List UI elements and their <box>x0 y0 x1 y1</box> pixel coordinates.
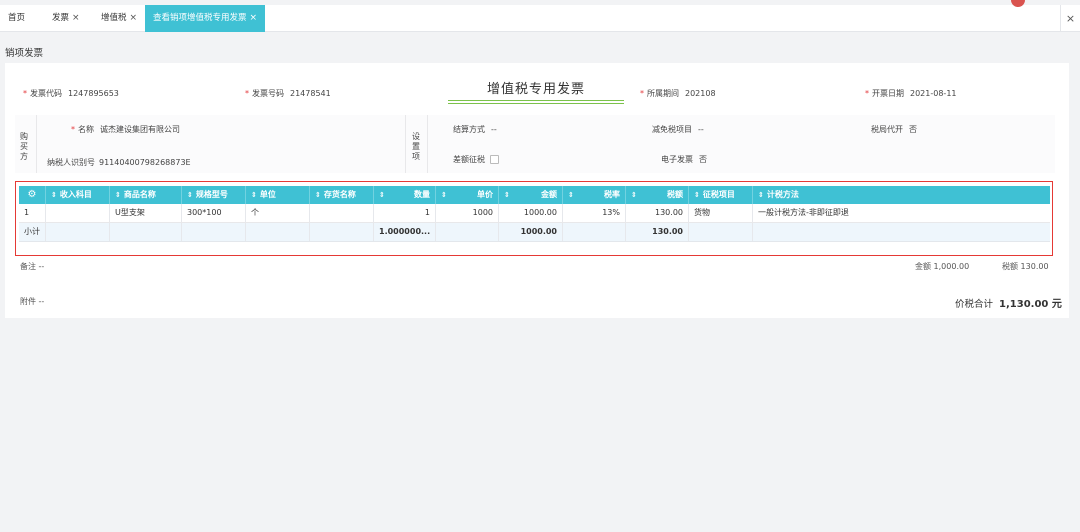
page-title: 销项发票 <box>5 48 44 59</box>
settlement-field: 结算方式 -- <box>453 125 497 134</box>
title-underline <box>448 103 624 104</box>
close-icon[interactable]: × <box>72 13 80 23</box>
amount-summary: 金额 1,000.00 <box>915 262 970 271</box>
remark-field: 备注 -- <box>20 262 45 271</box>
issue-date-field: * 开票日期 2021-08-11 <box>865 89 957 98</box>
settings-side-label: 设置项 <box>412 132 420 161</box>
grand-total: 价税合计 1,130.00 元 <box>955 299 1062 310</box>
required-mark: * <box>640 89 644 98</box>
period-field: * 所属期间 202108 <box>640 89 716 98</box>
attachment-field: 附件 -- <box>20 297 45 306</box>
tab-view-output-vat-invoice[interactable]: 查看销项增值税专用发票 × <box>145 5 266 32</box>
close-all-tabs-icon[interactable]: × <box>1060 5 1080 32</box>
tab-vat[interactable]: 增值税 × <box>101 5 137 32</box>
required-mark: * <box>865 89 869 98</box>
required-mark: * <box>71 125 75 134</box>
exempt-field: 减免税项目 -- <box>652 125 704 134</box>
divider <box>36 115 37 173</box>
avatar[interactable] <box>1011 0 1025 7</box>
tab-bar: 首页 发票 × 增值税 × 查看销项增值税专用发票 × × <box>0 0 1080 32</box>
tab-invoice[interactable]: 发票 × <box>52 5 80 32</box>
diff-tax-field: 差额征税 <box>453 154 499 165</box>
required-mark: * <box>245 89 249 98</box>
tab-home[interactable]: 首页 <box>8 5 25 32</box>
required-mark: * <box>23 89 27 98</box>
buyer-settings-box: 购买方 * 名称 诚杰建设集团有限公司 纳税人识别号 9114040079826887… <box>15 115 1055 173</box>
e-invoice-field: 电子发票否 <box>661 155 707 164</box>
divider <box>427 115 428 173</box>
buyer-name-field: * 名称 诚杰建设集团有限公司 <box>71 125 180 134</box>
buyer-side-label: 购买方 <box>20 132 28 161</box>
invoice-title: 增值税专用发票 <box>486 82 585 97</box>
buyer-taxid-field: 纳税人识别号 91140400798268873E <box>47 158 191 167</box>
highlight-box <box>15 181 1053 256</box>
tax-summary: 税额 130.00 <box>1002 262 1049 271</box>
close-icon[interactable]: × <box>250 13 258 23</box>
invoice-code-field: * 发票代码 1247895653 <box>23 89 119 98</box>
invoice-number-field: * 发票号码 21478541 <box>245 89 331 98</box>
title-underline <box>448 100 624 101</box>
agent-issue-field: 税局代开否 <box>871 125 917 134</box>
diff-tax-checkbox[interactable] <box>490 155 499 164</box>
close-icon[interactable]: × <box>130 13 138 23</box>
divider <box>405 115 406 173</box>
